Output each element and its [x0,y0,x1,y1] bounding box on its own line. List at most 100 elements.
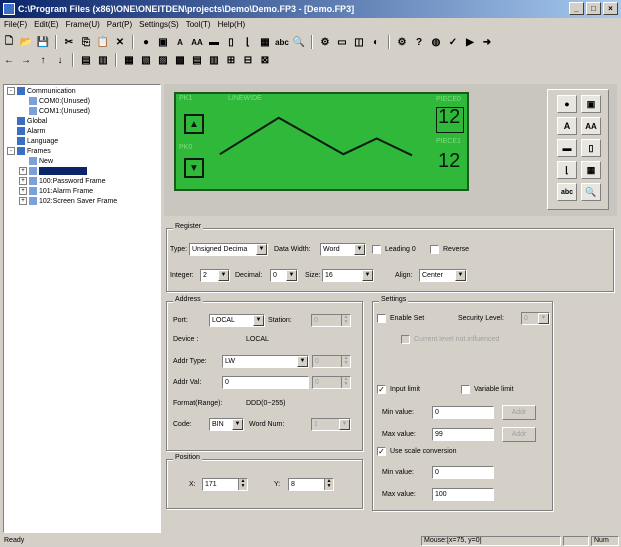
abc-icon[interactable]: abc [275,35,289,49]
arrow-down-icon[interactable]: ↓ [53,53,67,67]
word-num-select[interactable]: 1 ▼ [311,418,351,431]
image-icon[interactable]: ▣ [581,95,601,113]
window-icon[interactable]: ◫ [352,35,366,49]
tree-item[interactable]: - Communication [4,87,160,97]
grid-icon[interactable]: ▦ [122,53,136,67]
port-select[interactable]: LOCAL ▼ [209,314,265,327]
security-level-select[interactable]: 0 ▼ [521,312,550,325]
record-icon[interactable]: ● [139,35,153,49]
menu-help[interactable]: Help(H) [218,18,246,32]
gear-icon[interactable]: ⚙ [395,35,409,49]
lamp-icon[interactable]: ▯ [224,35,238,49]
menu-frame[interactable]: Frame(U) [66,18,100,32]
color-icon[interactable]: ◐ [369,35,383,49]
grid-icon[interactable]: ▦ [258,35,272,49]
save-icon[interactable]: 💾 [36,35,50,49]
arrow-icon[interactable]: ➜ [480,35,494,49]
abc-icon[interactable]: abc [557,183,577,201]
menu-settings[interactable]: Settings(S) [139,18,179,32]
enable-set-checkbox[interactable] [377,314,386,323]
grid5-icon[interactable]: ▤ [190,53,204,67]
help-icon[interactable]: ? [412,35,426,49]
current-level-checkbox[interactable] [401,335,410,344]
arrow-left-icon[interactable]: ← [2,53,16,67]
y-spinner[interactable]: 8 ▲ ▼ [288,478,334,491]
lamp-icon[interactable]: ▯ [581,139,601,157]
input-limit-checkbox[interactable]: ✓ [377,385,386,394]
tree-item[interactable]: +100:Password Frame [4,177,160,187]
tree-item[interactable]: COM0:(Unused) [4,97,160,107]
copy-icon[interactable]: ⎘ [79,35,93,49]
globe-icon[interactable]: ◍ [429,35,443,49]
align-select[interactable]: Center ▼ [419,269,467,282]
reverse-checkbox[interactable] [430,245,439,254]
image-icon[interactable]: ▣ [156,35,170,49]
text-icon[interactable]: A [557,117,577,135]
grid7-icon[interactable]: ⊞ [224,53,238,67]
min-addr-button[interactable]: Addr [502,405,536,420]
frame-icon[interactable]: ▭ [335,35,349,49]
tree-expander-icon[interactable]: + [19,177,27,186]
align2-icon[interactable]: ▥ [96,53,110,67]
tree-item[interactable]: Alarm [4,127,160,137]
addr-val-input[interactable]: 0 [222,376,309,389]
x-spinner[interactable]: 171 ▲ ▼ [202,478,248,491]
tree-item[interactable]: COM1:(Unused) [4,107,160,117]
tree-item[interactable]: - Frames [4,147,160,157]
menu-file[interactable]: File(F) [4,18,27,32]
text-icon[interactable]: A [173,35,187,49]
arrow-right-icon[interactable]: → [19,53,33,67]
bar-icon[interactable]: ▬ [207,35,221,49]
paste-icon[interactable]: 📋 [96,35,110,49]
settings-icon[interactable]: ⚙ [318,35,332,49]
check-icon[interactable]: ✓ [446,35,460,49]
max-addr-button[interactable]: Addr [502,427,536,442]
delete-icon[interactable]: ✕ [113,35,127,49]
menu-edit[interactable]: Edit(E) [34,18,58,32]
tree-item[interactable]: +101:Alarm Frame [4,187,160,197]
decimal-select[interactable]: 0 ▼ [270,269,298,282]
arrow-up-icon[interactable]: ↑ [36,53,50,67]
leading0-checkbox[interactable] [372,245,381,254]
grid6-icon[interactable]: ▥ [207,53,221,67]
close-button[interactable]: × [603,2,618,15]
variable-limit-checkbox[interactable] [461,385,470,394]
addr-val-spinner[interactable]: 0 ▲ ▼ [312,376,351,389]
addr-type-select[interactable]: LW ▼ [222,355,309,368]
tree-item[interactable]: Global [4,117,160,127]
project-tree[interactable]: - Communication COM0:(Unused) COM1:(Unused)… [3,84,161,533]
max-value-input[interactable]: 99 [432,428,494,441]
zoom-icon[interactable]: 🔍 [581,183,601,201]
code-select[interactable]: BIN ▼ [209,418,244,431]
tree-expander-icon[interactable]: - [7,87,15,96]
tree-item[interactable]: Language [4,137,160,147]
integer-select[interactable]: 2 ▼ [200,269,230,282]
data-width-select[interactable]: Word ▼ [320,243,366,256]
multi-text-icon[interactable]: AA [190,35,204,49]
menu-tool[interactable]: Tool(T) [186,18,211,32]
minimize-button[interactable]: _ [569,2,584,15]
min-value-input[interactable]: 0 [432,406,494,419]
multi-text-icon[interactable]: AA [581,117,601,135]
type-select[interactable]: Unsigned Decima ▼ [189,243,268,256]
align-icon[interactable]: ▤ [79,53,93,67]
grid8-icon[interactable]: ⊟ [241,53,255,67]
addr-type-spinner[interactable]: 0 ▲ ▼ [312,355,351,368]
bar-icon[interactable]: ▬ [557,139,577,157]
cut-icon[interactable]: ✂ [62,35,76,49]
grid-icon[interactable]: ▦ [581,161,601,179]
tree-item[interactable]: +102:Screen Saver Frame [4,197,160,207]
scale-min-input[interactable]: 0 [432,466,494,479]
run-icon[interactable]: ▶ [463,35,477,49]
scale-max-input[interactable]: 100 [432,488,494,501]
station-spinner[interactable]: 0 ▲ ▼ [311,314,351,327]
line-chart-icon[interactable]: ⌊ [241,35,255,49]
tree-expander-icon[interactable]: - [7,147,15,156]
new-file-icon[interactable]: 🗋 [2,35,16,49]
grid4-icon[interactable]: ▩ [173,53,187,67]
line-chart-icon[interactable]: ⌊ [557,161,577,179]
tree-expander-icon[interactable]: + [19,187,27,196]
grid9-icon[interactable]: ⊠ [258,53,272,67]
record-icon[interactable]: ● [557,95,577,113]
open-folder-icon[interactable]: 📂 [19,35,33,49]
